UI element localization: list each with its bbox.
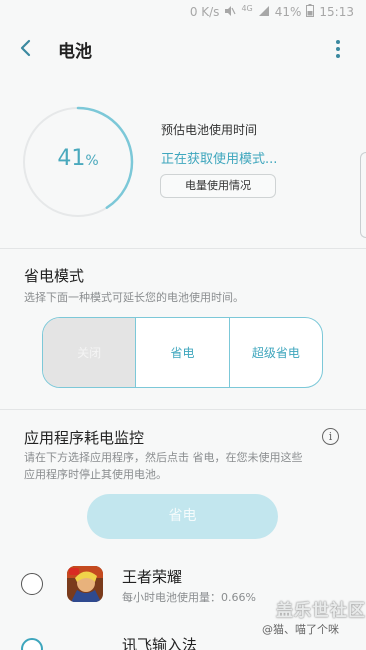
watermark-author: @猫、喵了个咪: [262, 623, 339, 636]
app-monitor-title: 应用程序耗电监控: [24, 429, 145, 447]
clock: 15:13: [319, 5, 354, 19]
network-type: 4G: [241, 3, 253, 13]
save-power-button[interactable]: 省电: [87, 494, 278, 539]
battery-usage-button[interactable]: 电量使用情况: [160, 174, 276, 198]
power-saving-title: 省电模式: [24, 267, 85, 285]
app-monitor-description-line2: 应用程序时停止其使用电池。: [24, 468, 167, 481]
power-mode-selector: 关闭 省电 超级省电: [42, 317, 323, 388]
edge-panel-handle[interactable]: [360, 152, 366, 238]
app-bar: 电池: [0, 24, 366, 72]
mode-save-option[interactable]: 省电: [136, 318, 230, 387]
app-select-radio[interactable]: [21, 573, 43, 595]
watermark-logo: 盖乐世社区: [276, 601, 366, 621]
more-options-icon[interactable]: [328, 38, 348, 60]
page-title: 电池: [58, 42, 92, 62]
battery-level-text: 41%: [57, 146, 99, 171]
info-icon[interactable]: i: [322, 428, 339, 445]
app-name: 王者荣耀: [122, 568, 183, 586]
battery-icon: [306, 4, 315, 20]
app-battery-usage: 每小时电池使用量：0.66%: [122, 591, 256, 604]
mute-icon: [224, 5, 236, 20]
estimate-label: 预估电池使用时间: [161, 123, 258, 137]
network-speed: 0 K/s: [189, 5, 220, 19]
game-app-icon: [67, 566, 103, 602]
estimate-value: 正在获取使用模式...: [161, 152, 278, 167]
divider: [0, 409, 366, 410]
signal-icon: [258, 5, 270, 20]
mode-off-option[interactable]: 关闭: [43, 318, 137, 387]
back-arrow-icon[interactable]: [14, 36, 38, 60]
app-name: 讯飞输入法: [122, 636, 198, 650]
divider: [0, 248, 366, 249]
battery-percent: 41%: [274, 5, 302, 19]
mode-ultra-save-option[interactable]: 超级省电: [230, 318, 322, 387]
app-monitor-description-line1: 请在下方选择应用程序，然后点击 省电，在您未使用这些: [24, 451, 303, 464]
power-saving-description: 选择下面一种模式可延长您的电池使用时间。: [24, 291, 244, 304]
status-bar: 0 K/s 4G 41% 15:13: [0, 0, 366, 24]
app-select-radio[interactable]: [21, 638, 43, 650]
